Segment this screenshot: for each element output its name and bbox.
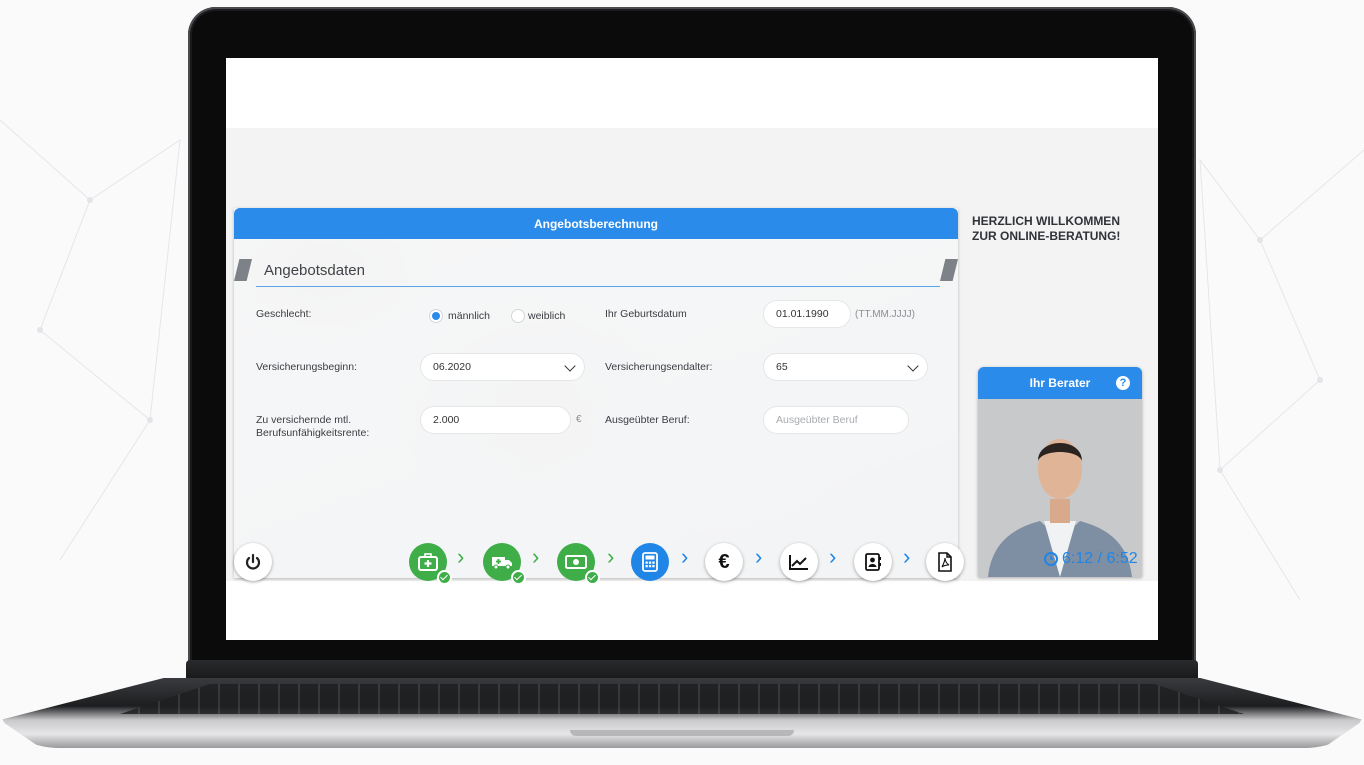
insurance-start-select[interactable]: 06.2020 [421, 354, 584, 380]
gender-option-male[interactable]: männlich [448, 310, 490, 323]
help-icon[interactable]: ? [1116, 376, 1130, 390]
check-icon [437, 570, 452, 585]
chevron-right-icon: › [829, 544, 837, 569]
chevron-right-icon: › [903, 544, 911, 569]
money-icon [565, 555, 587, 569]
section-divider [256, 286, 940, 287]
advisor-title: Ihr Berater [1029, 376, 1091, 390]
occupation-label: Ausgeübter Beruf: [605, 414, 690, 426]
step-money[interactable] [557, 543, 600, 585]
section-tab-left [234, 259, 252, 281]
occupation-input[interactable]: Ausgeübter Beruf [764, 407, 908, 433]
gender-radio-female[interactable] [512, 310, 524, 322]
section-tab-right [940, 259, 958, 281]
end-age-value: 65 [776, 361, 788, 373]
step-ambulance[interactable] [483, 543, 526, 585]
birthdate-input[interactable]: 01.01.1990 [764, 301, 850, 327]
end-age-select[interactable]: 65 [764, 354, 927, 380]
euro-icon: € [718, 550, 730, 573]
chart-icon [789, 555, 808, 570]
chevron-down-icon [564, 360, 576, 372]
pdf-icon [938, 552, 952, 572]
check-icon [511, 570, 526, 585]
chevron-right-icon: › [755, 544, 763, 569]
calculator-icon [642, 552, 658, 572]
step-medical[interactable] [409, 543, 452, 585]
end-age-label: Versicherungsendalter: [605, 361, 713, 373]
laptop-trackpad-lip [570, 730, 794, 736]
step-price[interactable]: € [705, 543, 743, 581]
step-pdf[interactable] [926, 543, 964, 581]
app-area: Angebotsberechnung Angebotsdaten Geschle… [226, 128, 1158, 581]
offer-calculation-panel: Angebotsberechnung Angebotsdaten Geschle… [234, 208, 958, 578]
step-calculator[interactable] [631, 543, 669, 581]
check-icon [585, 570, 600, 585]
insurance-start-value: 06.2020 [433, 361, 471, 373]
timer-text: 6:12 / 6:52 [1062, 550, 1138, 567]
welcome-line1: HERZLICH WILLKOMMEN [972, 214, 1120, 228]
chevron-right-icon: › [681, 544, 689, 569]
chevron-right-icon: › [607, 544, 615, 569]
laptop-screen: Angebotsberechnung Angebotsdaten Geschle… [226, 58, 1158, 640]
gender-radio-male[interactable] [430, 310, 442, 322]
birthdate-format-hint: (TT.MM.JJJJ) [855, 309, 915, 320]
section-title: Angebotsdaten [264, 262, 365, 279]
pension-label-line1: Zu versichernde mtl. [256, 414, 352, 426]
welcome-heading: HERZLICH WILLKOMMEN ZUR ONLINE-BERATUNG! [972, 214, 1152, 244]
pension-label: Zu versichernde mtl. Berufsunfähigkeitsr… [256, 414, 369, 440]
chevron-down-icon [907, 360, 919, 372]
gender-label: Geschlecht: [256, 308, 312, 320]
step-navigation-bar: › › › › € › › › 6:12 / 6:52 [226, 533, 1158, 593]
chevron-right-icon: › [457, 544, 465, 569]
insurance-start-label: Versicherungsbeginn: [256, 361, 357, 373]
chevron-right-icon: › [532, 544, 540, 569]
birthdate-label: Ihr Geburtsdatum [605, 308, 687, 320]
session-timer: 6:12 / 6:52 [1044, 550, 1138, 568]
section-header: Angebotsdaten [234, 259, 958, 281]
step-contact[interactable] [854, 543, 892, 581]
power-icon [245, 553, 261, 570]
gender-option-female[interactable]: weiblich [528, 310, 565, 323]
step-chart[interactable] [780, 543, 818, 581]
laptop-keyboard [120, 684, 1244, 714]
welcome-line2: ZUR ONLINE-BERATUNG! [972, 229, 1121, 243]
medical-kit-icon [418, 553, 438, 571]
ambulance-icon [492, 557, 512, 570]
clock-icon [1044, 552, 1058, 566]
pension-amount-input[interactable]: 2.000 [421, 407, 570, 433]
panel-title: Angebotsberechnung [234, 208, 958, 239]
contact-card-icon [865, 553, 881, 571]
currency-label: € [576, 414, 582, 425]
power-button[interactable] [234, 543, 272, 581]
pension-label-line2: Berufsunfähigkeitsrente: [256, 427, 370, 439]
